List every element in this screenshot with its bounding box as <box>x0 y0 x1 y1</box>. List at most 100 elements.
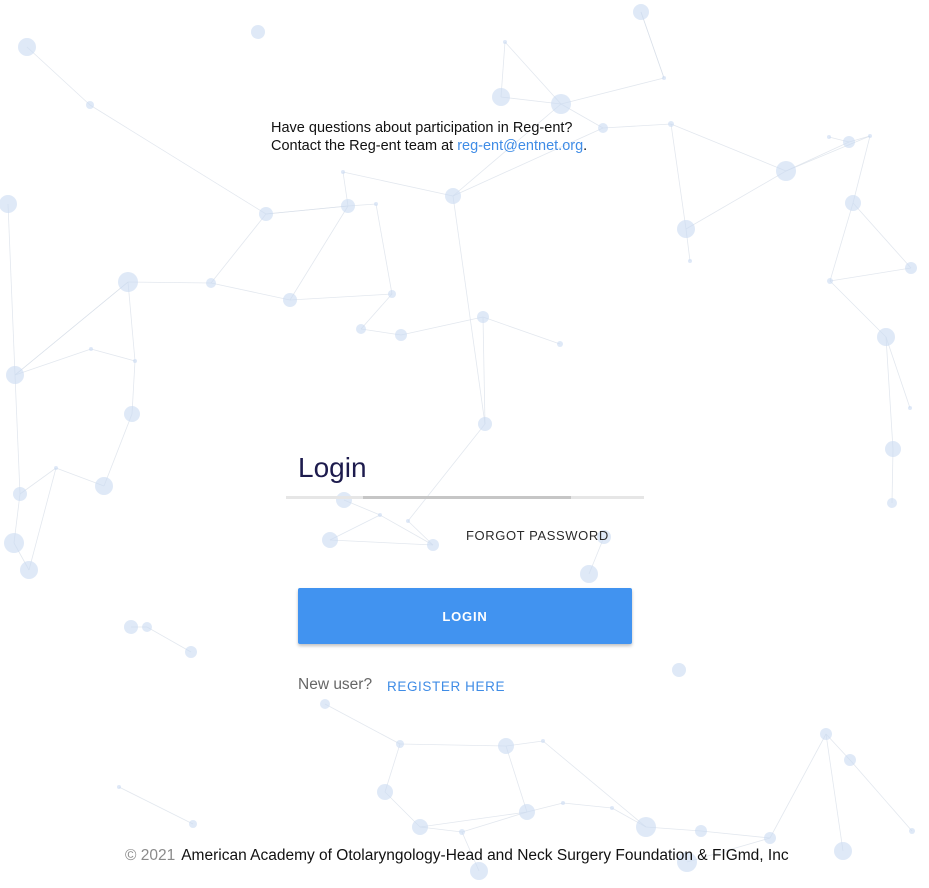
register-link[interactable]: REGISTER HERE <box>387 679 505 694</box>
network-edge <box>482 316 561 345</box>
network-node <box>95 477 113 495</box>
network-node <box>478 417 492 431</box>
network-node <box>662 76 666 80</box>
network-edge <box>360 293 393 330</box>
footer-organization: American Academy of Otolaryngology-Head … <box>181 847 789 864</box>
network-edge <box>329 539 434 546</box>
network-edge <box>146 626 192 653</box>
network-node <box>492 88 510 106</box>
network-edge <box>461 811 528 833</box>
network-node <box>820 728 832 740</box>
network-edge <box>785 135 871 172</box>
network-node <box>336 492 352 508</box>
network-node <box>377 784 393 800</box>
network-edge <box>14 348 92 376</box>
network-node <box>341 170 345 174</box>
network-edge <box>504 41 562 105</box>
network-node <box>887 498 897 508</box>
network-edge <box>829 280 887 338</box>
network-edge <box>670 123 787 172</box>
network-edge <box>482 316 486 425</box>
notice-line-2: Contact the Reg-ent team at reg-ent@entn… <box>271 137 587 155</box>
network-edge <box>419 811 528 828</box>
network-node <box>827 135 831 139</box>
network-node <box>142 622 152 632</box>
network-edge <box>407 423 486 522</box>
network-edge <box>829 267 912 282</box>
network-edge <box>289 293 393 301</box>
loading-progress-bar <box>286 496 644 499</box>
network-node <box>909 828 915 834</box>
network-edge <box>210 282 291 301</box>
network-node <box>541 739 545 743</box>
network-edge <box>849 759 913 832</box>
network-node <box>519 804 535 820</box>
network-node <box>396 740 404 748</box>
login-button[interactable]: LOGIN <box>298 588 632 644</box>
network-edge <box>542 740 647 828</box>
contact-email-link[interactable]: reg-ent@entnet.org <box>457 138 583 154</box>
network-node <box>776 161 796 181</box>
network-node <box>89 347 93 351</box>
network-node <box>6 366 24 384</box>
network-edge <box>640 11 665 79</box>
network-node <box>844 754 856 766</box>
network-edge <box>505 745 528 813</box>
network-node <box>580 565 598 583</box>
network-node <box>498 738 514 754</box>
network-node <box>764 832 776 844</box>
network-node <box>412 819 428 835</box>
network-node <box>561 801 565 805</box>
network-node <box>185 646 197 658</box>
notice-line-1: Have questions about participation in Re… <box>271 120 573 136</box>
network-edge <box>891 448 894 504</box>
network-node <box>845 195 861 211</box>
network-node <box>18 38 36 56</box>
network-edge <box>375 203 393 295</box>
network-node <box>688 259 692 263</box>
network-edge <box>7 203 16 376</box>
network-node <box>459 829 465 835</box>
network-node <box>283 293 297 307</box>
network-node <box>827 278 833 284</box>
network-edge <box>329 514 381 541</box>
network-node <box>341 199 355 213</box>
network-node <box>477 311 489 323</box>
network-node <box>124 406 140 422</box>
network-edge <box>210 213 267 284</box>
login-title: Login <box>298 452 367 483</box>
network-edge <box>118 786 194 825</box>
network-node <box>557 341 563 347</box>
network-edge <box>602 123 672 129</box>
network-node <box>668 121 674 127</box>
network-edge <box>14 281 129 376</box>
network-edge <box>89 104 267 215</box>
network-node <box>551 94 571 114</box>
network-node <box>206 278 216 288</box>
notice-line-2-prefix: Contact the Reg-ent team at <box>271 138 458 154</box>
network-node <box>885 441 901 457</box>
network-edge <box>127 281 136 362</box>
network-edge <box>769 733 827 839</box>
copyright: © 2021 <box>125 847 176 864</box>
network-node <box>633 4 649 20</box>
network-node <box>636 817 656 837</box>
network-node <box>445 188 461 204</box>
network-node <box>124 620 138 634</box>
network-edge <box>399 743 507 747</box>
network-node <box>322 532 338 548</box>
forgot-password-link[interactable]: FORGOT PASSWORD <box>466 528 609 543</box>
network-node <box>395 329 407 341</box>
loading-progress-indicator <box>363 496 571 499</box>
network-edge <box>829 202 854 282</box>
network-edge <box>560 77 665 105</box>
network-node <box>905 262 917 274</box>
network-node <box>251 25 265 39</box>
network-edge <box>562 802 613 809</box>
network-edge <box>14 374 21 495</box>
network-edge <box>852 135 871 204</box>
notice-line-2-suffix: . <box>583 138 588 154</box>
new-user-label: New user? <box>298 676 373 693</box>
network-edge <box>127 281 212 284</box>
network-node <box>427 539 439 551</box>
